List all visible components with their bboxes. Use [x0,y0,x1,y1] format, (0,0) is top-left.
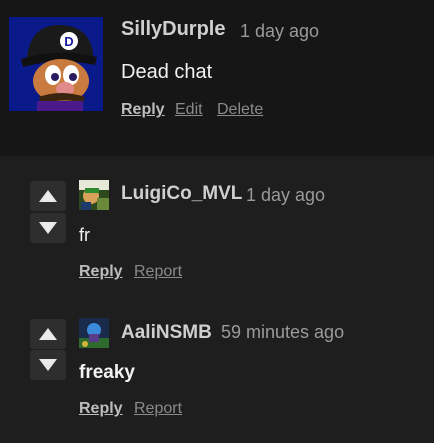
comment-username[interactable]: AaliNSMB [121,322,212,344]
waluigi-avatar-icon: D [9,17,103,111]
upvote-arrow-icon [39,190,57,202]
upvote-button[interactable] [30,319,66,349]
user-avatar[interactable] [79,180,109,210]
svg-text:D: D [64,34,73,49]
user-avatar[interactable]: D [9,17,103,111]
comment-timestamp: 1 day ago [246,185,326,205]
report-link[interactable]: Report [134,263,182,281]
comment-username[interactable]: LuigiCo_MVL [121,183,242,205]
delete-link[interactable]: Delete [217,101,263,119]
comment-timestamp: 1 day ago [240,21,320,41]
nsmb-avatar-icon [79,318,109,348]
downvote-button[interactable] [30,350,66,380]
user-avatar[interactable] [79,318,109,348]
luigi-avatar-icon [79,180,109,210]
downvote-arrow-icon [39,222,57,234]
edit-link[interactable]: Edit [175,101,203,119]
comment-text: freaky [79,362,135,383]
upvote-arrow-icon [39,328,57,340]
upvote-button[interactable] [30,181,66,211]
comment-timestamp: 59 minutes ago [221,322,345,342]
downvote-button[interactable] [30,213,66,243]
reply-link[interactable]: Reply [79,263,123,281]
report-link[interactable]: Report [134,400,182,418]
comment-text: Dead chat [121,61,213,83]
reply-link[interactable]: Reply [121,101,165,119]
reply-link[interactable]: Reply [79,400,123,418]
comment-text: fr [79,225,90,245]
downvote-arrow-icon [39,359,57,371]
comment-username[interactable]: SillyDurple [121,18,225,41]
